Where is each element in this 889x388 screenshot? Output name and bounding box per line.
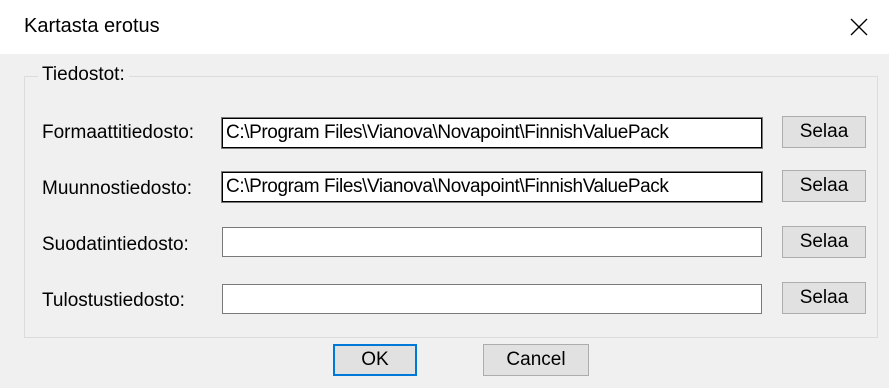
window-title: Kartasta erotus [24,15,160,37]
format-file-input[interactable] [221,117,763,149]
conversion-file-label: Muunnostiedosto: [42,178,192,199]
output-file-browse-button[interactable]: Selaa [782,282,866,314]
files-group-legend: Tiedostot: [38,64,129,86]
ok-button[interactable]: OK [333,344,417,376]
close-button[interactable] [829,0,889,54]
format-file-label: Formaattitiedosto: [42,122,195,143]
format-file-browse-button[interactable]: Selaa [782,116,866,148]
close-icon [850,18,868,36]
conversion-file-browse-button[interactable]: Selaa [782,170,866,202]
output-file-input[interactable] [222,284,762,314]
filter-file-label: Suodatintiedosto: [42,234,189,255]
filter-file-browse-button[interactable]: Selaa [782,226,866,258]
filter-file-input[interactable] [222,227,762,257]
cancel-button[interactable]: Cancel [483,344,589,376]
title-bar: Kartasta erotus [0,0,889,54]
conversion-file-input[interactable] [221,171,763,203]
output-file-label: Tulostustiedosto: [42,290,185,311]
